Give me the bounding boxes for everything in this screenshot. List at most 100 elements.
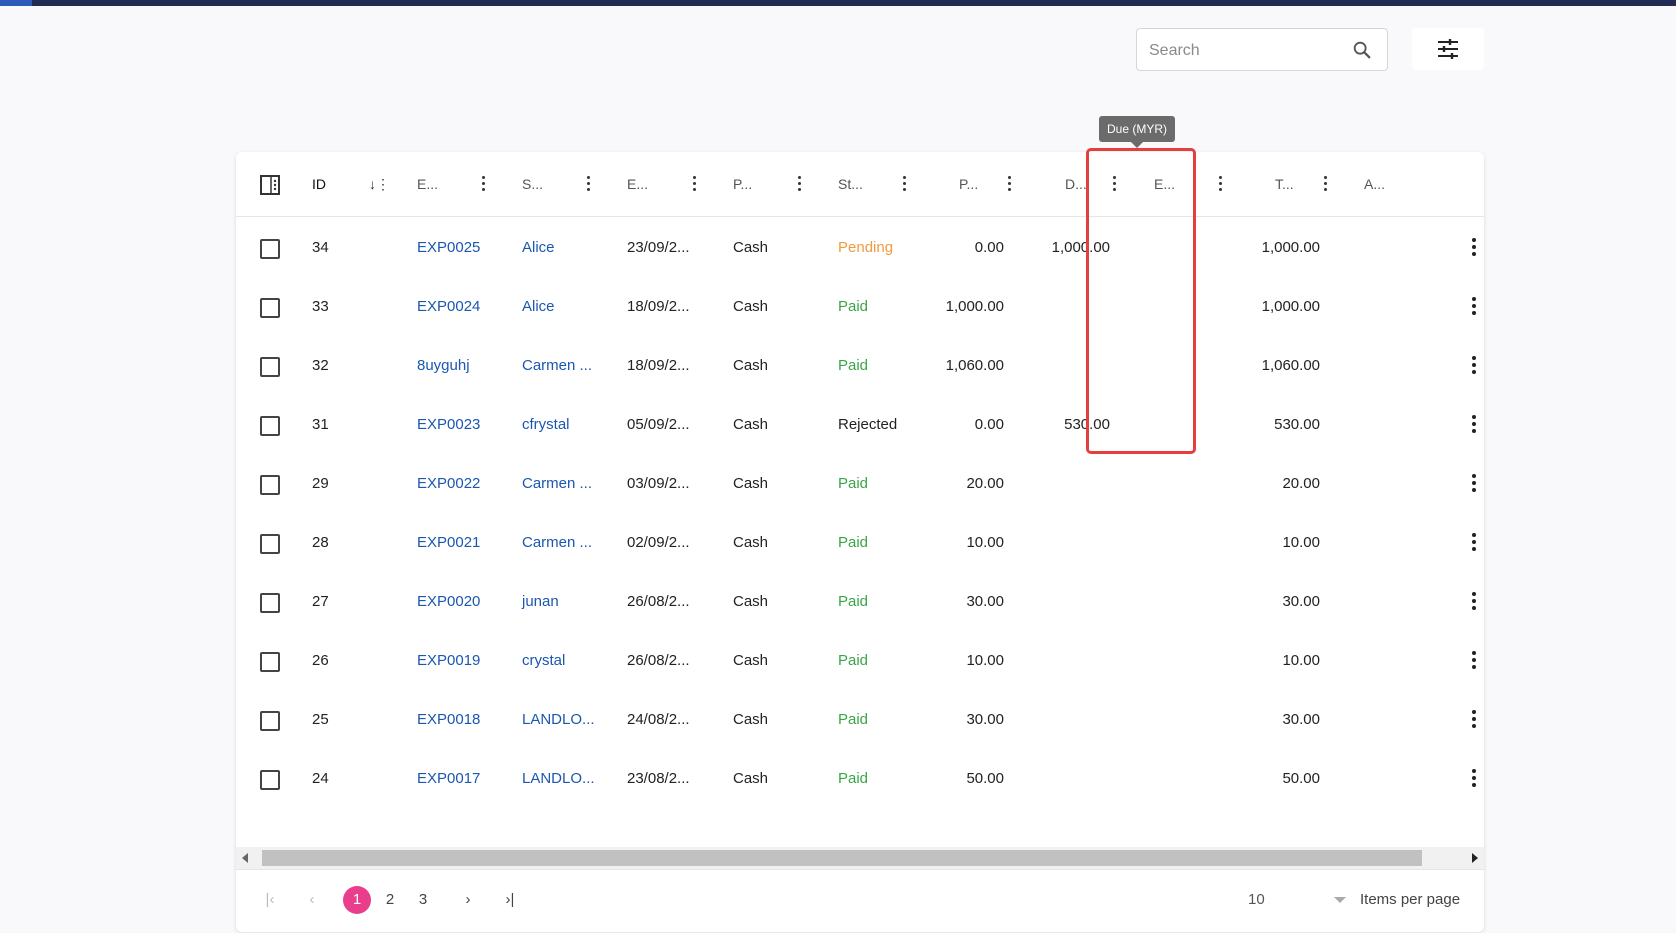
table-row[interactable]: 31 EXP0023 cfrystal 05/09/2... Cash Rejected 0… [236,393,1484,456]
cell-supplier[interactable]: Carmen ... [522,334,622,397]
table-row[interactable]: 29 EXP0022 Carmen ... 03/09/2... Cash Paid 20.… [236,452,1484,515]
row-actions-menu-icon[interactable] [1471,297,1477,317]
cell-expense-no[interactable]: EXP0023 [417,393,517,456]
table-row[interactable]: 28 EXP0021 Carmen ... 02/09/2... Cash Paid 10.… [236,511,1484,574]
column-menu-icon[interactable] [1218,176,1222,192]
search-box[interactable] [1136,28,1388,72]
cell-supplier[interactable]: LANDLO... [522,688,622,751]
column-chooser-icon[interactable] [260,175,280,195]
column-menu-icon[interactable] [1323,176,1327,192]
header-payment[interactable]: P... [733,152,752,216]
header-actions[interactable]: A... [1364,152,1385,216]
table-row[interactable]: 32 8uyguhj Carmen ... 18/09/2... Cash Paid 1,0… [236,334,1484,397]
first-page-icon[interactable]: |‹ [256,886,284,914]
table-row[interactable]: 27 EXP0020 junan 26/08/2... Cash Paid 30.00 30.… [236,570,1484,633]
row-actions-menu-icon[interactable] [1471,474,1477,494]
cell-supplier[interactable]: junan [522,570,622,633]
row-actions-menu-icon[interactable] [1471,533,1477,553]
cell-supplier[interactable]: Carmen ... [522,511,622,574]
header-due[interactable]: D... [1065,152,1087,216]
column-settings-button[interactable] [1412,28,1484,70]
cell-expense-no[interactable]: EXP0024 [417,275,517,338]
cell-total: 50.00 [1282,770,1320,787]
items-per-page-select[interactable]: 10 [1248,886,1265,914]
row-actions-menu-icon[interactable] [1471,356,1477,376]
table-row[interactable]: 34 EXP0025 Alice 23/09/2... Cash Pending 0.00 1… [236,216,1484,279]
row-actions-menu-icon[interactable] [1471,592,1477,612]
top-bar-accent [0,0,32,6]
scroll-right-arrow-icon[interactable] [1472,853,1478,863]
header-paid[interactable]: P... [959,152,978,216]
page-1-button[interactable]: 1 [343,886,371,914]
search-input[interactable] [1147,29,1351,72]
cell-supplier[interactable]: Alice [522,216,622,279]
header-expense-no[interactable]: E... [417,152,438,216]
cell-supplier[interactable]: LANDLO... [522,747,622,810]
page-3-button[interactable]: 3 [409,886,437,914]
column-menu-icon[interactable] [692,176,696,192]
cell-paid: 10.00 [966,652,1004,669]
column-menu-icon[interactable] [586,176,590,192]
horizontal-scrollbar[interactable] [236,847,1484,869]
cell-supplier[interactable]: crystal [522,629,622,692]
cell-supplier[interactable]: Carmen ... [522,452,622,515]
row-checkbox[interactable] [260,357,280,377]
header-id[interactable]: ID [312,152,326,216]
cell-id: 24 [312,770,329,787]
cell-supplier[interactable]: Alice [522,275,622,338]
table-row[interactable]: 26 EXP0019 crystal 26/08/2... Cash Paid 10.00 1… [236,629,1484,692]
cell-expense-no[interactable]: EXP0025 [417,216,517,279]
row-checkbox[interactable] [260,416,280,436]
cell-due [996,629,1110,692]
header-total[interactable]: T... [1275,152,1294,216]
column-menu-icon[interactable] [1007,176,1011,192]
sort-desc-icon[interactable]: ↓⋮ [369,152,390,216]
row-actions-menu-icon[interactable] [1471,651,1477,671]
cell-paid: 20.00 [966,475,1004,492]
cell-due [996,452,1110,515]
cell-id: 34 [312,239,329,256]
cell-paid: 50.00 [966,770,1004,787]
row-checkbox[interactable] [260,534,280,554]
row-actions-menu-icon[interactable] [1471,415,1477,435]
scroll-left-arrow-icon[interactable] [242,853,248,863]
next-page-icon[interactable]: › [454,886,482,914]
row-checkbox[interactable] [260,475,280,495]
column-menu-icon[interactable] [797,176,801,192]
row-actions-menu-icon[interactable] [1471,710,1477,730]
cell-expense-no[interactable]: EXP0021 [417,511,517,574]
row-checkbox[interactable] [260,239,280,259]
column-menu-icon[interactable] [902,176,906,192]
last-page-icon[interactable]: ›| [496,886,524,914]
search-icon[interactable] [1351,39,1373,61]
scrollbar-thumb[interactable] [262,850,1422,866]
column-menu-icon[interactable] [481,176,485,192]
cell-expense-no[interactable]: EXP0018 [417,688,517,751]
cell-date: 18/09/2... [627,298,690,315]
row-checkbox[interactable] [260,711,280,731]
chevron-down-icon[interactable] [1334,897,1346,903]
cell-total: 30.00 [1282,593,1320,610]
header-status[interactable]: St... [838,152,863,216]
row-checkbox[interactable] [260,593,280,613]
cell-expense-no[interactable]: 8uyguhj [417,334,517,397]
row-actions-menu-icon[interactable] [1471,769,1477,789]
row-checkbox[interactable] [260,770,280,790]
cell-supplier[interactable]: cfrystal [522,393,622,456]
row-checkbox[interactable] [260,652,280,672]
table-row[interactable]: 33 EXP0024 Alice 18/09/2... Cash Paid 1,000.00… [236,275,1484,338]
page-2-button[interactable]: 2 [376,886,404,914]
table-row[interactable]: 24 EXP0017 LANDLO... 23/08/2... Cash Paid 50.0… [236,747,1484,810]
cell-expense-no[interactable]: EXP0017 [417,747,517,810]
cell-expense-no[interactable]: EXP0020 [417,570,517,633]
header-date[interactable]: E... [627,152,648,216]
prev-page-icon[interactable]: ‹ [298,886,326,914]
row-actions-menu-icon[interactable] [1471,238,1477,258]
cell-expense-no[interactable]: EXP0019 [417,629,517,692]
cell-due [996,511,1110,574]
expenses-table-card: ID ↓⋮ E... S... E... P... St... P... D..… [236,152,1484,932]
row-checkbox[interactable] [260,298,280,318]
table-row[interactable]: 25 EXP0018 LANDLO... 24/08/2... Cash Paid 30.0… [236,688,1484,751]
cell-expense-no[interactable]: EXP0022 [417,452,517,515]
header-supplier[interactable]: S... [522,152,543,216]
